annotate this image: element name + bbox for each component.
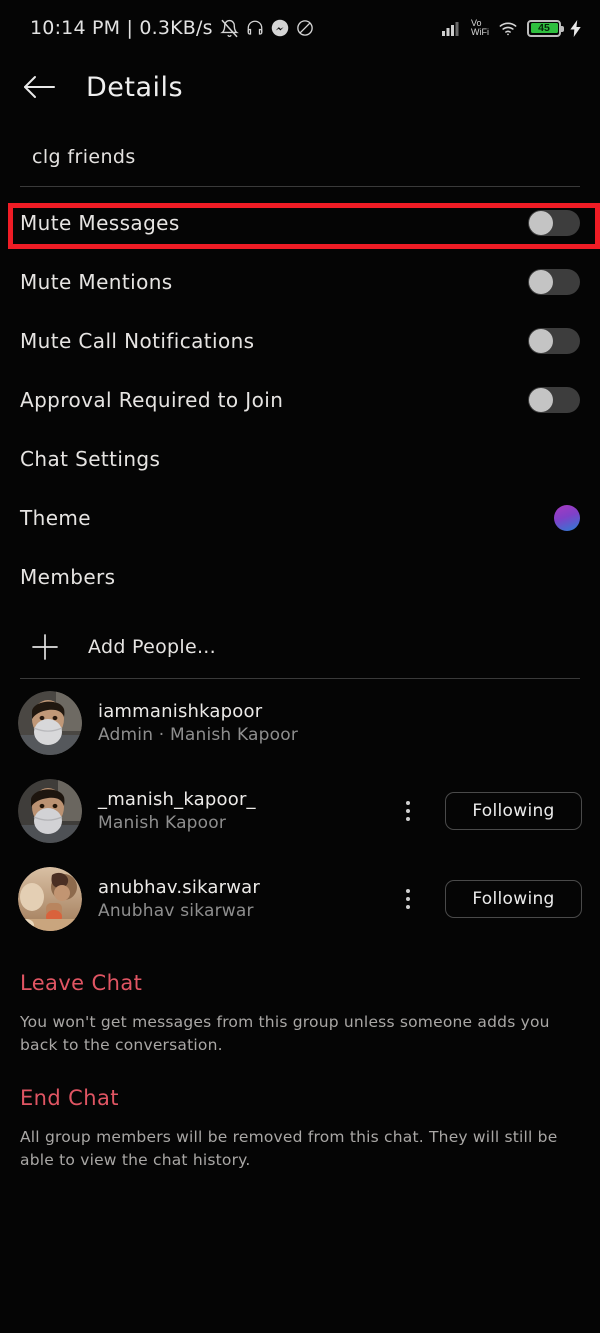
setting-label-mute-messages: Mute Messages xyxy=(20,210,180,235)
member-list: iammanishkapoor Admin · Manish Kapoor _m… xyxy=(0,679,600,943)
setting-row-approval-required[interactable]: Approval Required to Join xyxy=(0,370,600,429)
setting-label-mute-mentions: Mute Mentions xyxy=(20,269,173,294)
end-chat-button[interactable]: End Chat xyxy=(20,1086,580,1110)
following-button[interactable]: Following xyxy=(445,880,582,918)
group-name-value: clg friends xyxy=(32,146,136,168)
toggle-knob xyxy=(529,269,553,294)
member-overflow-menu-icon[interactable] xyxy=(395,889,421,909)
setting-label-approval-required: Approval Required to Join xyxy=(20,387,284,412)
do-not-disturb-icon xyxy=(296,19,314,37)
toggle-knob xyxy=(529,387,553,412)
avatar[interactable] xyxy=(18,691,82,755)
wifi-icon xyxy=(498,20,518,36)
headphones-icon xyxy=(246,19,264,37)
setting-row-mute-messages[interactable]: Mute Messages xyxy=(0,193,600,252)
setting-row-members[interactable]: Members xyxy=(0,547,600,606)
member-username: _manish_kapoor_ xyxy=(98,789,256,810)
plus-icon xyxy=(30,632,60,662)
toggle-approval-required[interactable] xyxy=(528,386,580,413)
member-text: iammanishkapoor Admin · Manish Kapoor xyxy=(98,701,582,745)
group-name-field[interactable]: clg friends xyxy=(0,118,600,186)
page-title: Details xyxy=(86,71,184,103)
setting-row-mute-call-notifications[interactable]: Mute Call Notifications xyxy=(0,311,600,370)
member-subtitle: Anubhav sikarwar xyxy=(98,901,254,921)
back-arrow-icon[interactable] xyxy=(22,74,56,100)
member-text: _manish_kapoor_ Manish Kapoor xyxy=(98,789,379,833)
setting-label-mute-call-notifications: Mute Call Notifications xyxy=(20,328,255,353)
add-people-label: Add People... xyxy=(88,636,216,658)
toggle-mute-messages[interactable] xyxy=(528,209,580,236)
settings-list: Mute Messages Mute Mentions Mute Call No… xyxy=(0,187,600,606)
member-username: anubhav.sikarwar xyxy=(98,877,260,898)
setting-label-members: Members xyxy=(20,564,116,589)
mute-bell-icon xyxy=(219,19,239,38)
status-bar-right: Vo WiFi 45 xyxy=(442,19,582,37)
avatar[interactable] xyxy=(18,867,82,931)
leave-chat-description: You won't get messages from this group u… xyxy=(20,1013,550,1055)
charging-bolt-icon xyxy=(570,19,582,37)
member-username: iammanishkapoor xyxy=(98,701,263,722)
cellular-signal-icon xyxy=(442,20,462,36)
setting-label-theme: Theme xyxy=(20,505,91,530)
member-row[interactable]: _manish_kapoor_ Manish Kapoor Following xyxy=(0,767,600,855)
status-time-and-datarate: 10:14 PM | 0.3KB/s xyxy=(30,17,213,39)
member-subtitle: Admin · Manish Kapoor xyxy=(98,725,299,745)
following-button[interactable]: Following xyxy=(445,792,582,830)
member-overflow-menu-icon[interactable] xyxy=(395,801,421,821)
page-header: Details xyxy=(0,56,600,118)
toggle-knob xyxy=(529,328,553,353)
messenger-icon xyxy=(271,19,289,37)
member-row[interactable]: iammanishkapoor Admin · Manish Kapoor xyxy=(0,679,600,767)
member-text: anubhav.sikarwar Anubhav sikarwar xyxy=(98,877,379,921)
battery-percent-label: 45 xyxy=(530,22,558,34)
danger-actions: Leave Chat You won't get messages from t… xyxy=(0,971,600,1172)
setting-row-chat-settings[interactable]: Chat Settings xyxy=(0,429,600,488)
toggle-knob xyxy=(529,210,553,235)
status-bar: 10:14 PM | 0.3KB/s Vo WiFi 45 xyxy=(0,0,600,56)
member-subtitle: Manish Kapoor xyxy=(98,813,227,833)
vowifi-line2: WiFi xyxy=(471,27,489,37)
setting-row-mute-mentions[interactable]: Mute Mentions xyxy=(0,252,600,311)
member-row[interactable]: anubhav.sikarwar Anubhav sikarwar Follow… xyxy=(0,855,600,943)
setting-label-chat-settings: Chat Settings xyxy=(20,446,161,471)
toggle-mute-mentions[interactable] xyxy=(528,268,580,295)
theme-color-dot[interactable] xyxy=(554,504,580,531)
leave-chat-button[interactable]: Leave Chat xyxy=(20,971,580,995)
battery-icon: 45 xyxy=(527,19,564,37)
avatar[interactable] xyxy=(18,779,82,843)
toggle-mute-call-notifications[interactable] xyxy=(528,327,580,354)
vowifi-indicator: Vo WiFi xyxy=(471,19,489,37)
add-people-row[interactable]: Add People... xyxy=(0,616,600,678)
end-chat-description: All group members will be removed from t… xyxy=(20,1127,558,1169)
status-bar-left: 10:14 PM | 0.3KB/s xyxy=(30,17,314,39)
setting-row-theme[interactable]: Theme xyxy=(0,488,600,547)
